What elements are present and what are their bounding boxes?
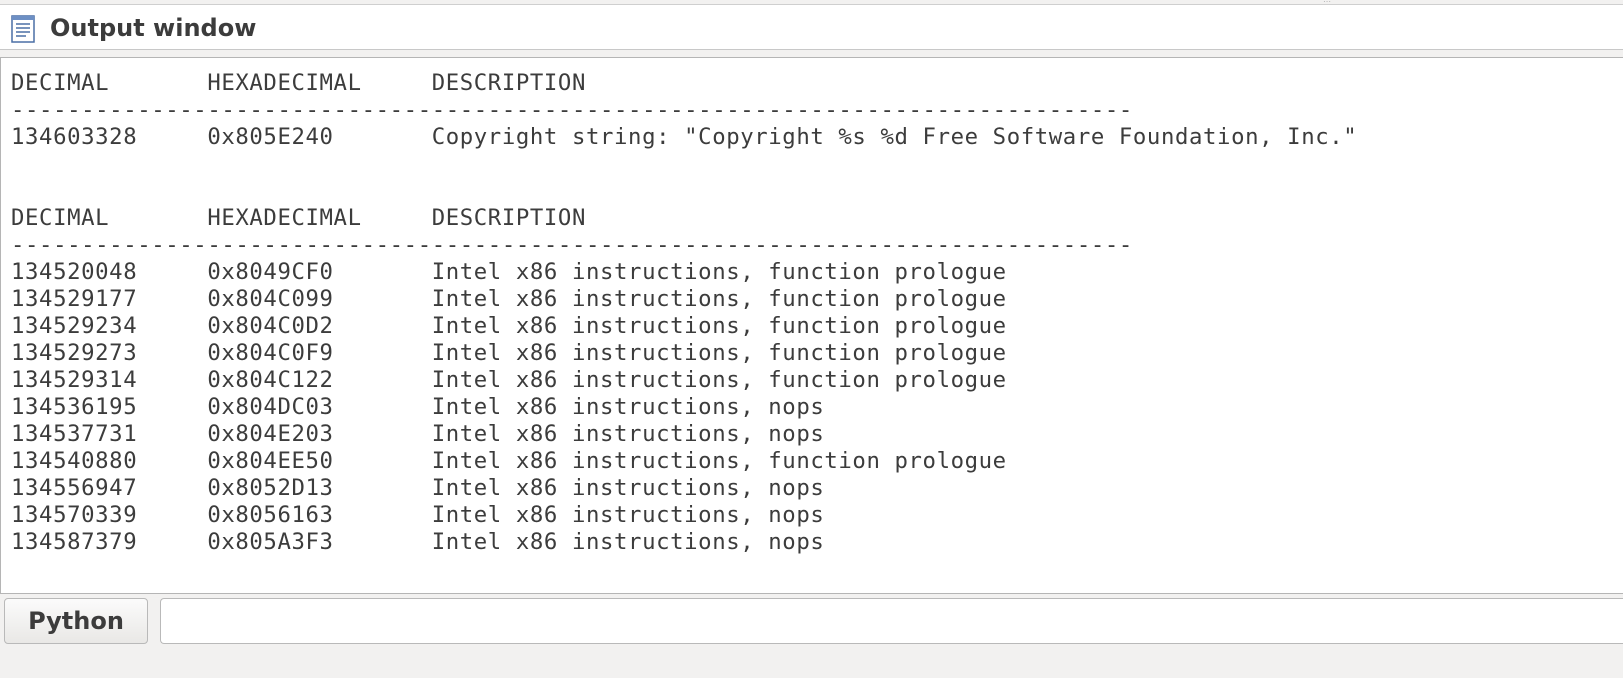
window-titlebar: Output window xyxy=(0,4,1623,50)
output-line: DECIMAL HEXADECIMAL DESCRIPTION xyxy=(11,70,586,96)
output-line: 134587379 0x805A3F3 Intel x86 instructio… xyxy=(11,529,825,555)
output-line: 134537731 0x804E203 Intel x86 instructio… xyxy=(11,421,825,447)
output-line: 134529234 0x804C0D2 Intel x86 instructio… xyxy=(11,313,1007,339)
output-window-panel: Output window ⋯ DECIMAL HEXADECIMAL DESC… xyxy=(0,0,1623,678)
output-line: DECIMAL HEXADECIMAL DESCRIPTION xyxy=(11,205,586,231)
output-line: 134529177 0x804C099 Intel x86 instructio… xyxy=(11,286,1007,312)
output-line: ----------------------------------------… xyxy=(11,232,1133,258)
output-log: DECIMAL HEXADECIMAL DESCRIPTION ---------… xyxy=(11,70,1357,556)
output-line: 134529273 0x804C0F9 Intel x86 instructio… xyxy=(11,340,1007,366)
python-language-button[interactable]: Python xyxy=(4,598,148,644)
document-text-icon xyxy=(11,15,35,43)
output-line: 134520048 0x8049CF0 Intel x86 instructio… xyxy=(11,259,1007,285)
python-command-input[interactable] xyxy=(160,598,1623,644)
output-line: 134529314 0x804C122 Intel x86 instructio… xyxy=(11,367,1007,393)
output-line: 134603328 0x805E240 Copyright string: "C… xyxy=(11,124,1358,150)
output-line: 134556947 0x8052D13 Intel x86 instructio… xyxy=(11,475,825,501)
output-text-area[interactable]: DECIMAL HEXADECIMAL DESCRIPTION ---------… xyxy=(0,57,1623,594)
output-line: ----------------------------------------… xyxy=(11,97,1133,123)
output-line: 134570339 0x8056163 Intel x86 instructio… xyxy=(11,502,825,528)
output-line: 134540880 0x804EE50 Intel x86 instructio… xyxy=(11,448,1007,474)
window-title: Output window xyxy=(50,14,257,42)
console-bar: Python xyxy=(0,594,1623,678)
resize-grip-icon[interactable]: ⋯ xyxy=(1323,0,1337,6)
output-line: 134536195 0x804DC03 Intel x86 instructio… xyxy=(11,394,825,420)
